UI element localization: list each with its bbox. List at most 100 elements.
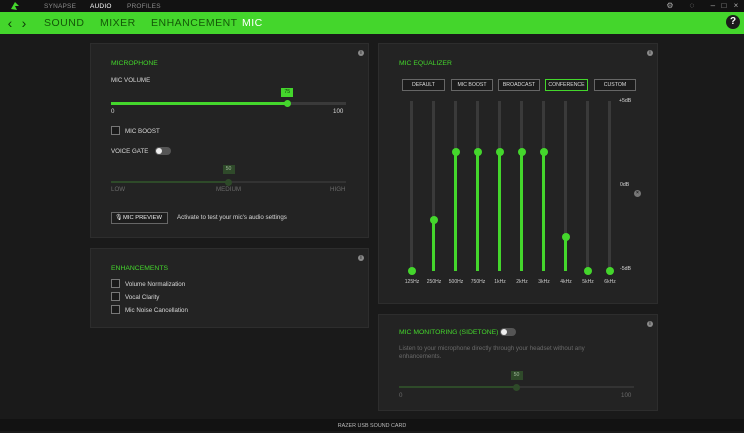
title-tab-profiles[interactable]: PROFILES bbox=[127, 3, 161, 10]
eq-band-thumb[interactable] bbox=[407, 267, 416, 275]
preset-mic-boost-button[interactable]: MIC BOOST bbox=[451, 79, 493, 91]
eq-band-slider[interactable] bbox=[451, 101, 460, 271]
eq-band-thumb[interactable] bbox=[473, 148, 482, 156]
eq-band-thumb[interactable] bbox=[539, 148, 548, 156]
mic-monitoring-title: MIC MONITORING (SIDETONE) bbox=[399, 329, 499, 336]
eq-band-label: 6kHz bbox=[604, 279, 616, 285]
microphone-info-icon[interactable]: i bbox=[358, 50, 364, 56]
mic-monitoring-slider-thumb[interactable] bbox=[513, 383, 520, 391]
mic-noise-cancellation-label: Mic Noise Cancellation bbox=[125, 307, 188, 314]
help-icon[interactable]: ? bbox=[726, 15, 740, 29]
mic-volume-label: MIC VOLUME bbox=[111, 77, 151, 84]
voice-gate-high-label: HIGH bbox=[330, 186, 346, 193]
eq-db-mid-label: 0dB bbox=[620, 182, 630, 188]
eq-band-slider[interactable] bbox=[495, 101, 504, 271]
tab-enhancement[interactable]: ENHANCEMENT bbox=[151, 17, 238, 29]
voice-gate-label: VOICE GATE bbox=[111, 148, 149, 155]
razer-logo-icon bbox=[11, 2, 19, 10]
eq-band-thumb[interactable] bbox=[451, 148, 460, 156]
vocal-clarity-label: Vocal Clarity bbox=[125, 294, 160, 301]
eq-band-thumb[interactable] bbox=[517, 148, 526, 156]
microphone-title: MICROPHONE bbox=[111, 60, 158, 67]
preset-conference-button[interactable]: CONFERENCE bbox=[545, 79, 588, 91]
mic-volume-value-badge: 75 bbox=[281, 88, 294, 97]
eq-db-bottom-label: -5dB bbox=[620, 266, 631, 272]
eq-band-label: 1kHz bbox=[494, 279, 506, 285]
eq-band-thumb[interactable] bbox=[583, 267, 592, 275]
eq-band-label: 125Hz bbox=[404, 279, 420, 285]
mic-volume-max-label: 100 bbox=[333, 108, 344, 115]
tab-sound[interactable]: SOUND bbox=[44, 17, 84, 29]
sub-navigation-bar: ‹ › SOUND MIXER ENHANCEMENT MIC bbox=[0, 12, 744, 34]
mic-noise-cancellation-checkbox[interactable] bbox=[111, 305, 120, 314]
eq-band-thumb[interactable] bbox=[561, 233, 570, 241]
eq-band-label: 2kHz bbox=[516, 279, 528, 285]
notifications-icon[interactable]: ◌ bbox=[686, 1, 698, 11]
eq-reset-icon[interactable]: × bbox=[634, 190, 641, 197]
voice-gate-value-badge: 50 bbox=[222, 165, 235, 174]
settings-gear-icon[interactable]: ⚙ bbox=[664, 1, 676, 11]
mic-monitoring-slider[interactable] bbox=[399, 383, 634, 391]
preset-broadcast-button[interactable]: BROADCAST bbox=[498, 79, 540, 91]
eq-band-label: 3kHz bbox=[538, 279, 550, 285]
mic-preview-label: MIC PREVIEW bbox=[123, 215, 162, 221]
preset-custom-button[interactable]: CUSTOM bbox=[594, 79, 636, 91]
voice-gate-slider[interactable] bbox=[111, 178, 346, 186]
title-tab-audio[interactable]: AUDIO bbox=[90, 3, 112, 10]
forward-arrow-icon[interactable]: › bbox=[17, 15, 31, 31]
microphone-icon: 🎙 bbox=[115, 215, 123, 221]
vocal-clarity-checkbox[interactable] bbox=[111, 292, 120, 301]
mic-volume-min-label: 0 bbox=[111, 108, 115, 115]
eq-band-label: 250Hz bbox=[426, 279, 442, 285]
mic-monitoring-max-label: 100 bbox=[621, 392, 632, 399]
title-tab-synapse[interactable]: SYNAPSE bbox=[44, 3, 76, 10]
voice-gate-low-label: LOW bbox=[111, 186, 126, 193]
mic-monitoring-min-label: 0 bbox=[399, 392, 403, 399]
mic-boost-checkbox[interactable] bbox=[111, 126, 120, 135]
eq-band-slider[interactable] bbox=[561, 101, 570, 271]
eq-db-top-label: +5dB bbox=[619, 98, 632, 104]
eq-band-slider[interactable] bbox=[407, 101, 416, 275]
device-footer: RAZER USB SOUND CARD bbox=[0, 419, 744, 431]
volume-normalization-label: Volume Normalization bbox=[125, 281, 186, 288]
title-bar: SYNAPSE AUDIO PROFILES ⚙ ◌ – □ × bbox=[0, 0, 744, 12]
eq-band-label: 500Hz bbox=[448, 279, 464, 285]
mic-equalizer-title: MIC EQUALIZER bbox=[399, 60, 452, 67]
eq-band-label: 750Hz bbox=[470, 279, 486, 285]
mic-boost-label: MIC BOOST bbox=[125, 128, 160, 135]
device-name: RAZER USB SOUND CARD bbox=[337, 423, 407, 429]
eq-band-slider[interactable] bbox=[517, 101, 526, 271]
eq-band-thumb[interactable] bbox=[429, 216, 438, 224]
preset-default-button[interactable]: DEFAULT bbox=[402, 79, 445, 91]
volume-normalization-checkbox[interactable] bbox=[111, 279, 120, 288]
eq-band-slider[interactable] bbox=[605, 101, 614, 275]
eq-band-slider[interactable] bbox=[583, 101, 592, 275]
eq-band-label: 4kHz bbox=[560, 279, 572, 285]
mic-monitoring-info-icon[interactable]: i bbox=[647, 321, 653, 327]
mic-monitoring-value-badge: 50 bbox=[510, 371, 523, 380]
mic-volume-slider-thumb[interactable] bbox=[283, 100, 291, 107]
voice-gate-toggle[interactable] bbox=[155, 147, 171, 155]
mic-monitoring-description: Listen to your microphone directly throu… bbox=[399, 345, 585, 360]
close-icon[interactable]: × bbox=[730, 1, 742, 11]
tab-mixer[interactable]: MIXER bbox=[100, 17, 136, 29]
back-arrow-icon[interactable]: ‹ bbox=[3, 15, 17, 31]
mic-monitoring-card: MIC MONITORING (SIDETONE) i Listen to yo… bbox=[378, 314, 658, 411]
mic-preview-button[interactable]: 🎙 MIC PREVIEW bbox=[111, 212, 168, 224]
eq-band-slider[interactable] bbox=[473, 101, 482, 271]
eq-band-label: 5kHz bbox=[582, 279, 594, 285]
maximize-icon[interactable]: □ bbox=[718, 1, 730, 11]
mic-volume-slider[interactable] bbox=[111, 100, 346, 107]
microphone-card: MICROPHONE i MIC VOLUME 75 0 100 MIC BOO… bbox=[90, 43, 369, 238]
voice-gate-slider-thumb[interactable] bbox=[225, 178, 232, 186]
eq-band-thumb[interactable] bbox=[495, 148, 504, 156]
eq-band-thumb[interactable] bbox=[605, 267, 614, 275]
mic-monitoring-toggle[interactable] bbox=[500, 328, 516, 336]
eq-band-slider[interactable] bbox=[429, 101, 438, 271]
mic-equalizer-info-icon[interactable]: i bbox=[647, 50, 653, 56]
enhancements-info-icon[interactable]: i bbox=[358, 255, 364, 261]
mic-equalizer-card: MIC EQUALIZER i DEFAULT MIC BOOST BROADC… bbox=[378, 43, 658, 304]
enhancements-title: ENHANCEMENTS bbox=[111, 265, 169, 272]
eq-band-slider[interactable] bbox=[539, 101, 548, 271]
tab-mic[interactable]: MIC bbox=[242, 17, 263, 29]
